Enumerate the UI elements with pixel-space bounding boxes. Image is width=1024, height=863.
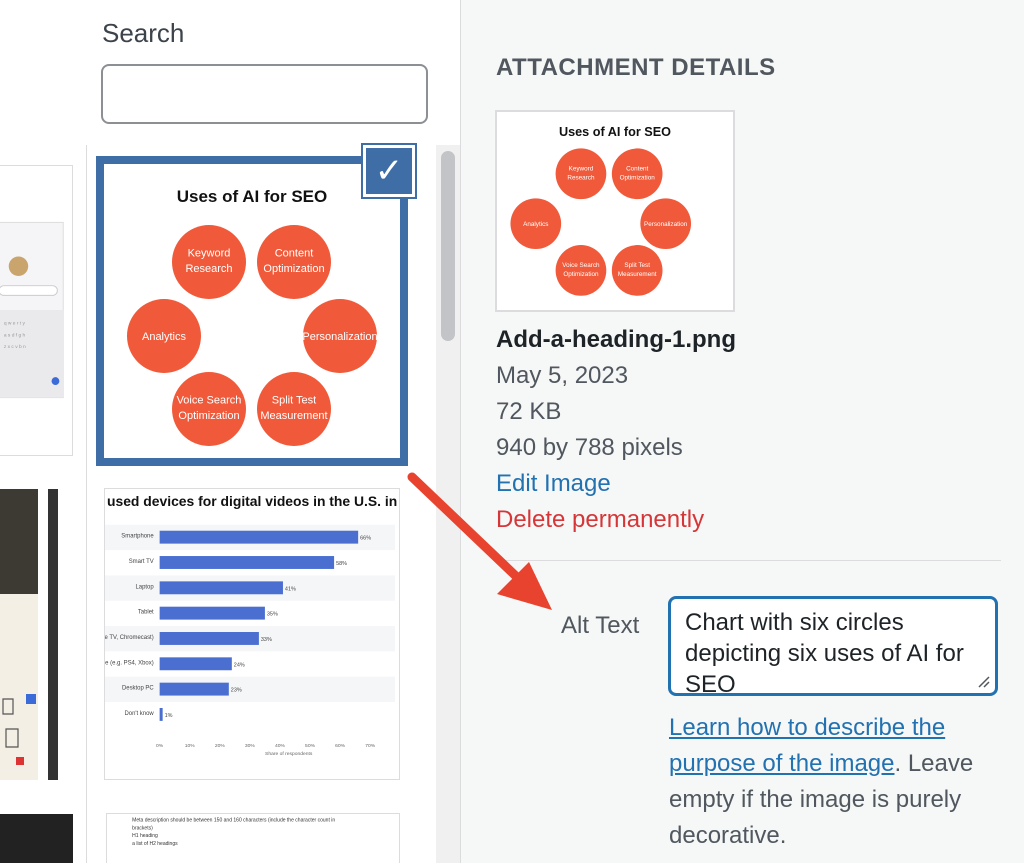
bar-tick-label: 10% <box>185 743 196 749</box>
svg-text:a s d f g h: a s d f g h <box>4 332 26 338</box>
media-thumb-phone[interactable]: q w e r t y a s d f g h z x c v b n <box>0 165 73 456</box>
bar-label: Smartphone <box>121 534 154 540</box>
bar-tick-label: 70% <box>365 743 376 749</box>
bar-label: Laptop <box>136 584 155 590</box>
bar-thumb-xlabel: Share of respondents <box>265 751 313 757</box>
bar <box>159 707 163 721</box>
bar-value: 23% <box>231 688 242 694</box>
bar-label: Desktop PC <box>122 686 154 692</box>
circle-label: Content <box>626 166 648 173</box>
bar-label: Smart TV <box>129 559 154 565</box>
bar-thumb-title: used devices for digital videos in the U… <box>107 493 397 509</box>
photo-image <box>0 489 58 780</box>
circle-label: Personalization <box>302 331 377 343</box>
search-label: Search <box>102 18 185 48</box>
details-heading: ATTACHMENT DETAILS <box>496 54 776 81</box>
resize-handle-icon[interactable] <box>976 674 990 688</box>
ai-seo-chart-preview: Uses of AI for SEO KeywordResearch Conten… <box>510 125 692 296</box>
circle-label: Research <box>567 174 595 181</box>
svg-text:z x c v b n: z x c v b n <box>4 344 26 350</box>
circle-label: Keyword <box>188 248 231 260</box>
ai-seo-chart-thumbnail: Uses of AI for SEO Keyword Research Conten… <box>127 187 378 446</box>
svg-text:H1 heading: H1 heading <box>132 833 158 839</box>
circle-label: Personalization <box>644 221 688 228</box>
edit-image-link[interactable]: Edit Image <box>496 470 611 498</box>
grid-divider <box>86 145 87 863</box>
bar-tick-label: 60% <box>335 743 346 749</box>
search-input[interactable] <box>101 64 428 124</box>
circle-label: Split Test <box>624 262 650 269</box>
bar-label: Tablet <box>138 610 154 616</box>
delete-permanently-link[interactable]: Delete permanently <box>496 506 704 534</box>
grid-scrollbar[interactable] <box>436 145 460 863</box>
bar-value: 35% <box>267 612 278 618</box>
text-document-thumbnail: Meta description should be between 150 a… <box>132 818 335 847</box>
bar-tick-label: 0% <box>156 743 164 749</box>
bar <box>159 657 232 671</box>
svg-text:q w e r t y: q w e r t y <box>4 321 26 327</box>
bar-label: ce (e.g. Apple TV, Chromecast) <box>105 635 154 641</box>
circle-label: Optimization <box>178 410 239 422</box>
circle-label: Split Test <box>272 395 316 407</box>
bar <box>159 556 335 569</box>
alt-text-textarea[interactable] <box>668 596 998 696</box>
circle-label: Optimization <box>263 263 324 275</box>
bar <box>159 530 359 544</box>
bar <box>159 632 259 645</box>
bar-label: e (e.g. PS4, Xbox) <box>105 660 154 666</box>
bar-tick-label: 50% <box>305 743 316 749</box>
circle-label: Voice Search <box>562 262 600 269</box>
circle-label: Optimization <box>563 271 599 278</box>
bar-tick-label: 40% <box>275 743 286 749</box>
bar-value: 66% <box>360 536 371 542</box>
bar-value: 41% <box>285 586 296 592</box>
media-thumb-text[interactable]: Meta description should be between 150 a… <box>106 813 400 863</box>
svg-text:brackets): brackets) <box>132 825 153 831</box>
circle-label: Research <box>185 263 232 275</box>
circle-label: Analytics <box>142 331 187 343</box>
circle-label: Content <box>275 248 314 260</box>
details-divider <box>496 560 1001 561</box>
media-thumb-photo[interactable] <box>0 489 73 780</box>
attachment-filename: Add-a-heading-1.png <box>496 326 736 353</box>
attachment-details-panel: ATTACHMENT DETAILS Uses of AI for SEO Ke… <box>460 0 1024 863</box>
media-thumb-selected[interactable]: Uses of AI for SEO Keyword Research Conten… <box>94 154 410 468</box>
alt-text-help: Learn how to describe the purpose of the… <box>669 710 999 854</box>
attachment-dimensions: 940 by 788 pixels <box>496 434 683 461</box>
svg-text:a list of H2 headings: a list of H2 headings <box>132 841 178 847</box>
media-thumb-bar-chart[interactable]: used devices for digital videos in the U… <box>104 488 400 780</box>
selected-check-icon[interactable]: ✓ <box>361 143 417 199</box>
attachment-preview: Uses of AI for SEO Keyword Research Conten… <box>495 110 735 312</box>
media-thumb-dark[interactable] <box>0 814 73 863</box>
circle-label: Optimization <box>620 174 656 181</box>
circle-label: Measurement <box>260 410 327 422</box>
bar-value: 1% <box>165 713 173 719</box>
bar-chart-thumbnail: used devices for digital videos in the U… <box>105 493 397 757</box>
svg-text:Uses of AI for SEO: Uses of AI for SEO <box>559 125 671 139</box>
media-grid: Search q w e r t y a s d f g h z x c v b… <box>0 0 460 863</box>
bar-tick-label: 20% <box>215 743 226 749</box>
bar-tick-label: 30% <box>245 743 256 749</box>
attachment-size: 72 KB <box>496 398 562 425</box>
circle-label: Keyword <box>569 166 594 173</box>
bar-value: 33% <box>261 637 272 643</box>
thumb-title: Uses of AI for SEO <box>177 187 328 206</box>
bar <box>159 682 229 696</box>
alt-text-label: Alt Text <box>561 612 640 639</box>
bar <box>159 606 265 620</box>
circle-label: Voice Search <box>177 395 242 407</box>
circle-label: Analytics <box>523 221 548 228</box>
bar-value: 58% <box>336 561 347 567</box>
bar-label: Don't know <box>124 711 154 717</box>
circle-label: Measurement <box>618 271 657 278</box>
bar-value: 24% <box>234 662 245 668</box>
grid-scrollbar-thumb[interactable] <box>441 151 455 341</box>
attachment-date: May 5, 2023 <box>496 362 629 389</box>
phone-screenshot-icon: q w e r t y a s d f g h z x c v b n <box>0 221 64 399</box>
bar <box>159 581 283 595</box>
svg-text:Meta description should be bet: Meta description should be between 150 a… <box>132 818 335 824</box>
